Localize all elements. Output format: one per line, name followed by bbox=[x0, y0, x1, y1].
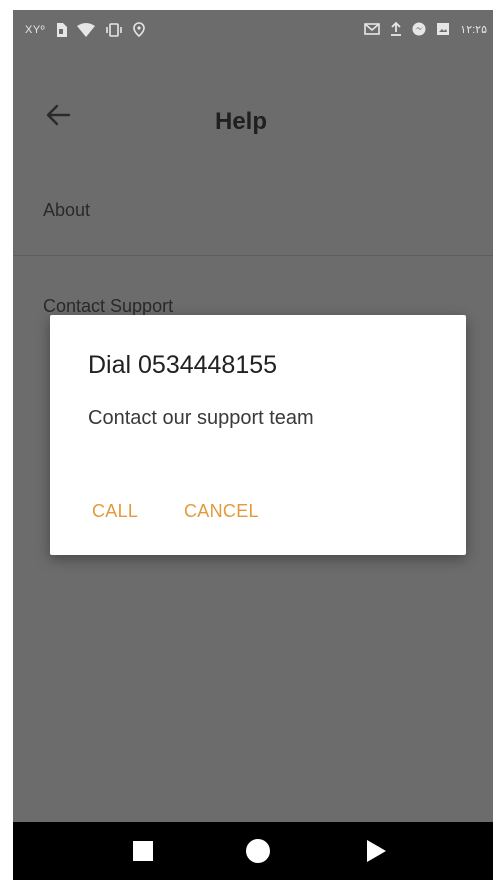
status-left-text: ΧΥº bbox=[25, 23, 46, 36]
sim-icon bbox=[55, 22, 68, 37]
page-title: Help bbox=[214, 108, 267, 135]
messenger-icon bbox=[412, 22, 426, 36]
menu-item-about[interactable]: About bbox=[13, 200, 493, 256]
location-icon bbox=[133, 22, 146, 37]
vibrate-icon bbox=[105, 22, 123, 37]
navigation-bar bbox=[13, 822, 493, 880]
status-right-group: ۱۲:۲۵ bbox=[364, 22, 487, 36]
status-bar: ΧΥº ۱۲:۲۵ bbox=[13, 10, 493, 52]
app-bar: Help bbox=[13, 52, 493, 162]
menu-item-label: Contact Support bbox=[43, 296, 174, 316]
back-triangle-icon[interactable] bbox=[361, 836, 391, 866]
phone-screen: ΧΥº ۱۲:۲۵ Help About Contact Support Dia… bbox=[13, 10, 493, 880]
status-left-group: ΧΥº bbox=[25, 22, 146, 37]
home-circle-icon[interactable] bbox=[243, 836, 273, 866]
wifi-icon bbox=[77, 22, 96, 37]
dial-dialog: Dial 0534448155 Contact our support team… bbox=[50, 315, 466, 555]
dialog-title: Dial 0534448155 bbox=[88, 351, 278, 379]
menu-item-label: About bbox=[43, 200, 91, 220]
status-time: ۱۲:۲۵ bbox=[460, 23, 487, 36]
image-icon bbox=[436, 22, 450, 36]
dialog-message: Contact our support team bbox=[88, 407, 314, 429]
upload-icon bbox=[390, 22, 402, 36]
call-button[interactable]: CALL bbox=[92, 501, 138, 522]
recents-square-icon[interactable] bbox=[128, 836, 158, 866]
cancel-button[interactable]: CANCEL bbox=[184, 501, 259, 522]
gmail-icon bbox=[364, 23, 381, 35]
